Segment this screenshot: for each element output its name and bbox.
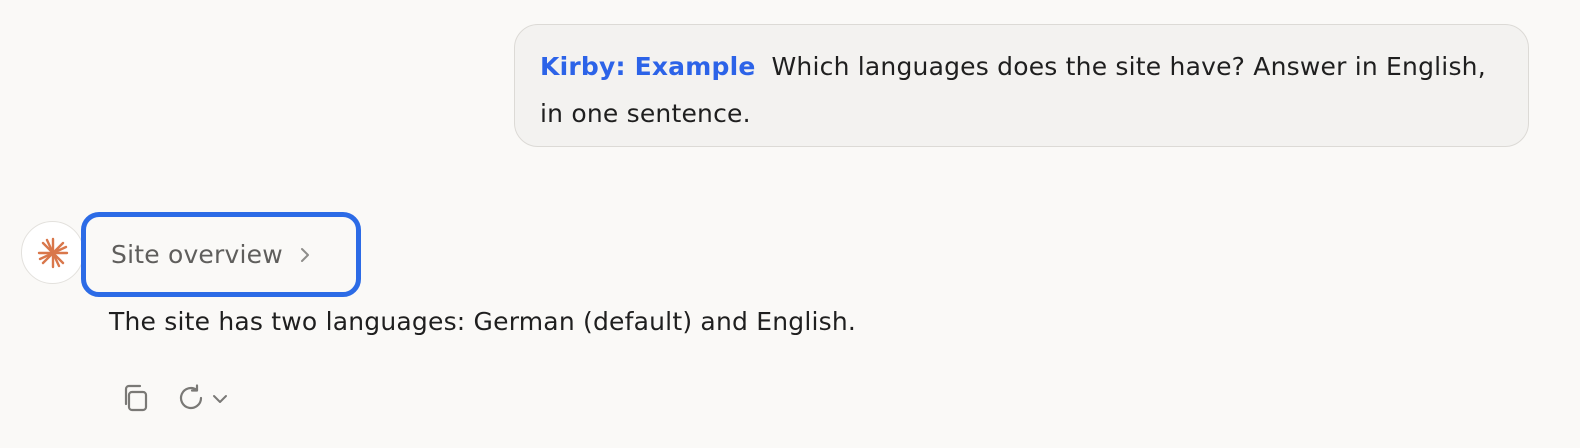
copy-button[interactable] <box>116 378 156 418</box>
chevron-right-icon <box>299 246 311 264</box>
copy-icon <box>124 384 148 412</box>
message-actions <box>116 378 228 418</box>
tool-call-label: Site overview <box>111 240 283 269</box>
asterisk-sparkle-icon <box>37 237 68 268</box>
user-message-bubble: Kirby: Example Which languages does the s… <box>514 24 1529 147</box>
assistant-answer: The site has two languages: German (defa… <box>109 307 857 336</box>
chevron-down-icon[interactable] <box>212 389 228 408</box>
retry-icon <box>179 384 203 410</box>
assistant-avatar <box>21 221 84 284</box>
retry-button[interactable] <box>176 378 228 418</box>
context-tag[interactable]: Kirby: Example <box>540 52 756 81</box>
tool-call-site-overview[interactable]: Site overview <box>81 212 361 297</box>
